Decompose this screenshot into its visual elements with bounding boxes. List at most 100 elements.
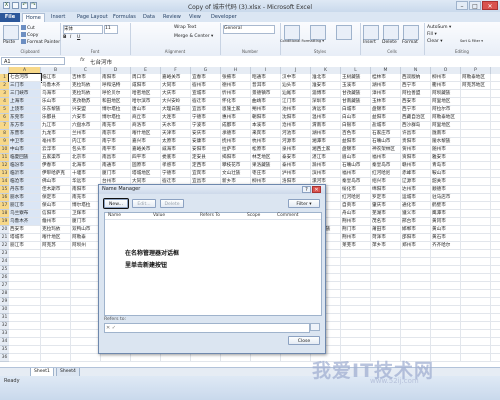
row-header[interactable]: 8 (0, 130, 9, 138)
grid-cell[interactable] (491, 306, 500, 314)
grid-cell[interactable]: 沈阳市 (281, 114, 311, 122)
close-button[interactable]: ✕ (482, 1, 498, 10)
grid-cell[interactable]: 宁波市 (191, 122, 221, 130)
number-format-select[interactable]: General (223, 25, 275, 34)
grid-cell[interactable] (461, 354, 491, 362)
grid-cell[interactable] (371, 330, 401, 338)
insert-button[interactable]: Insert (363, 40, 376, 45)
grid-cell[interactable]: 西安市 (401, 98, 431, 106)
column-header-q[interactable]: Q (491, 67, 500, 74)
grid-cell[interactable]: 南阳市 (101, 74, 131, 82)
grid-cell[interactable]: 阿拉尔市 (431, 106, 461, 114)
grid-cell[interactable]: 南宁市 (101, 138, 131, 146)
grid-cell[interactable] (461, 250, 491, 258)
column-header-g[interactable]: G (191, 67, 221, 74)
grid-cell[interactable]: 临沧市 (9, 178, 41, 186)
grid-cell[interactable]: 绥化市 (341, 186, 371, 194)
grid-cell[interactable]: 哈密地区 (131, 90, 161, 98)
tab-formulas[interactable]: Formulas (110, 13, 139, 22)
grid-cell[interactable] (401, 338, 431, 346)
grid-cell[interactable] (431, 258, 461, 266)
grid-cell[interactable] (41, 290, 71, 298)
row-header[interactable]: 10 (0, 146, 9, 154)
grid-cell[interactable] (341, 330, 371, 338)
grid-cell[interactable] (491, 266, 500, 274)
grid-cell[interactable]: 曲靖市 (251, 98, 281, 106)
grid-cell[interactable]: 乌鲁木齐 (41, 82, 71, 90)
grid-cell[interactable] (491, 210, 500, 218)
grid-cell[interactable] (71, 298, 101, 306)
grid-cell[interactable] (491, 154, 500, 162)
column-header-n[interactable]: N (401, 67, 431, 74)
row-header[interactable]: 14 (0, 178, 9, 186)
grid-cell[interactable]: 菏泽市 (371, 234, 401, 242)
grid-cell[interactable]: 石嘴山市 (371, 138, 401, 146)
grid-cell[interactable] (71, 330, 101, 338)
grid-cell[interactable] (431, 346, 461, 354)
row-header[interactable]: 18 (0, 210, 9, 218)
row-header[interactable]: 21 (0, 234, 9, 242)
grid-cell[interactable] (491, 330, 500, 338)
grid-cell[interactable]: 揭阳市 (221, 154, 251, 162)
grid-cell[interactable]: 伊春市 (41, 162, 71, 170)
grid-cell[interactable] (401, 346, 431, 354)
grid-cell[interactable]: 南充市 (101, 122, 131, 130)
tab-insert[interactable]: Insert (48, 13, 68, 22)
grid-cell[interactable]: 赣州市 (401, 162, 431, 170)
grid-cell[interactable]: 湖州市 (311, 130, 341, 138)
filter-button[interactable]: Filter ▾ (288, 199, 320, 208)
grid-cell[interactable]: 南平市 (101, 146, 131, 154)
column-header-f[interactable]: F (161, 67, 191, 74)
grid-cell[interactable]: 泉州市 (281, 146, 311, 154)
grid-cell[interactable]: 宜昌市 (191, 106, 221, 114)
grid-cell[interactable] (371, 266, 401, 274)
grid-cell[interactable]: 朔州市 (251, 106, 281, 114)
grid-cell[interactable] (461, 290, 491, 298)
grid-cell[interactable]: 喀什地区 (41, 234, 71, 242)
row-header[interactable]: 15 (0, 186, 9, 194)
grid-cell[interactable] (461, 178, 491, 186)
row-header[interactable]: 17 (0, 202, 9, 210)
grid-cell[interactable]: 陇南市 (431, 130, 461, 138)
column-header-b[interactable]: B (41, 67, 71, 74)
grid-cell[interactable]: 湘潭市 (311, 138, 341, 146)
grid-cell[interactable] (221, 354, 251, 362)
grid-cell[interactable]: 丽江市 (9, 242, 41, 250)
grid-cell[interactable] (371, 274, 401, 282)
row-header[interactable]: 36 (0, 354, 9, 362)
grid-cell[interactable] (41, 322, 71, 330)
grid-cell[interactable] (461, 274, 491, 282)
grid-cell[interactable]: 遵义市 (401, 210, 431, 218)
grid-cell[interactable] (491, 202, 500, 210)
grid-cell[interactable]: 威海市 (161, 146, 191, 154)
grid-cell[interactable] (41, 274, 71, 282)
grid-cell[interactable] (41, 282, 71, 290)
grid-cell[interactable]: 石嘴山市 (341, 162, 371, 170)
grid-cell[interactable] (401, 258, 431, 266)
grid-cell[interactable]: 福州市 (371, 154, 401, 162)
grid-cell[interactable]: 北京市 (71, 154, 101, 162)
grid-cell[interactable]: 承德市 (221, 130, 251, 138)
grid-cell[interactable] (491, 234, 500, 242)
grid-cell[interactable]: 乐东黎族 (41, 106, 71, 114)
column-header-l[interactable]: L (341, 67, 371, 74)
cell-styles-icon[interactable] (336, 25, 352, 40)
grid-cell[interactable] (491, 178, 500, 186)
grid-cell[interactable] (71, 282, 101, 290)
grid-cell[interactable] (491, 106, 500, 114)
column-header-o[interactable]: O (431, 67, 461, 74)
close-dialog-button[interactable]: Close (288, 336, 320, 345)
underline-button[interactable]: U (77, 35, 80, 40)
row-header[interactable]: 19 (0, 218, 9, 226)
grid-cell[interactable]: 塔城地区 (131, 170, 161, 178)
grid-cell[interactable]: 深圳市 (311, 98, 341, 106)
grid-cell[interactable]: 商洛市 (131, 122, 161, 130)
grid-cell[interactable] (341, 298, 371, 306)
grid-cell[interactable]: 桂林市 (371, 74, 401, 82)
row-header[interactable]: 35 (0, 346, 9, 354)
grid-cell[interactable] (461, 90, 491, 98)
grid-cell[interactable]: 四平市 (131, 154, 161, 162)
grid-cell[interactable] (251, 354, 281, 362)
grid-cell[interactable]: 呼和浩特 (101, 82, 131, 90)
grid-cell[interactable]: 大庆市 (161, 90, 191, 98)
